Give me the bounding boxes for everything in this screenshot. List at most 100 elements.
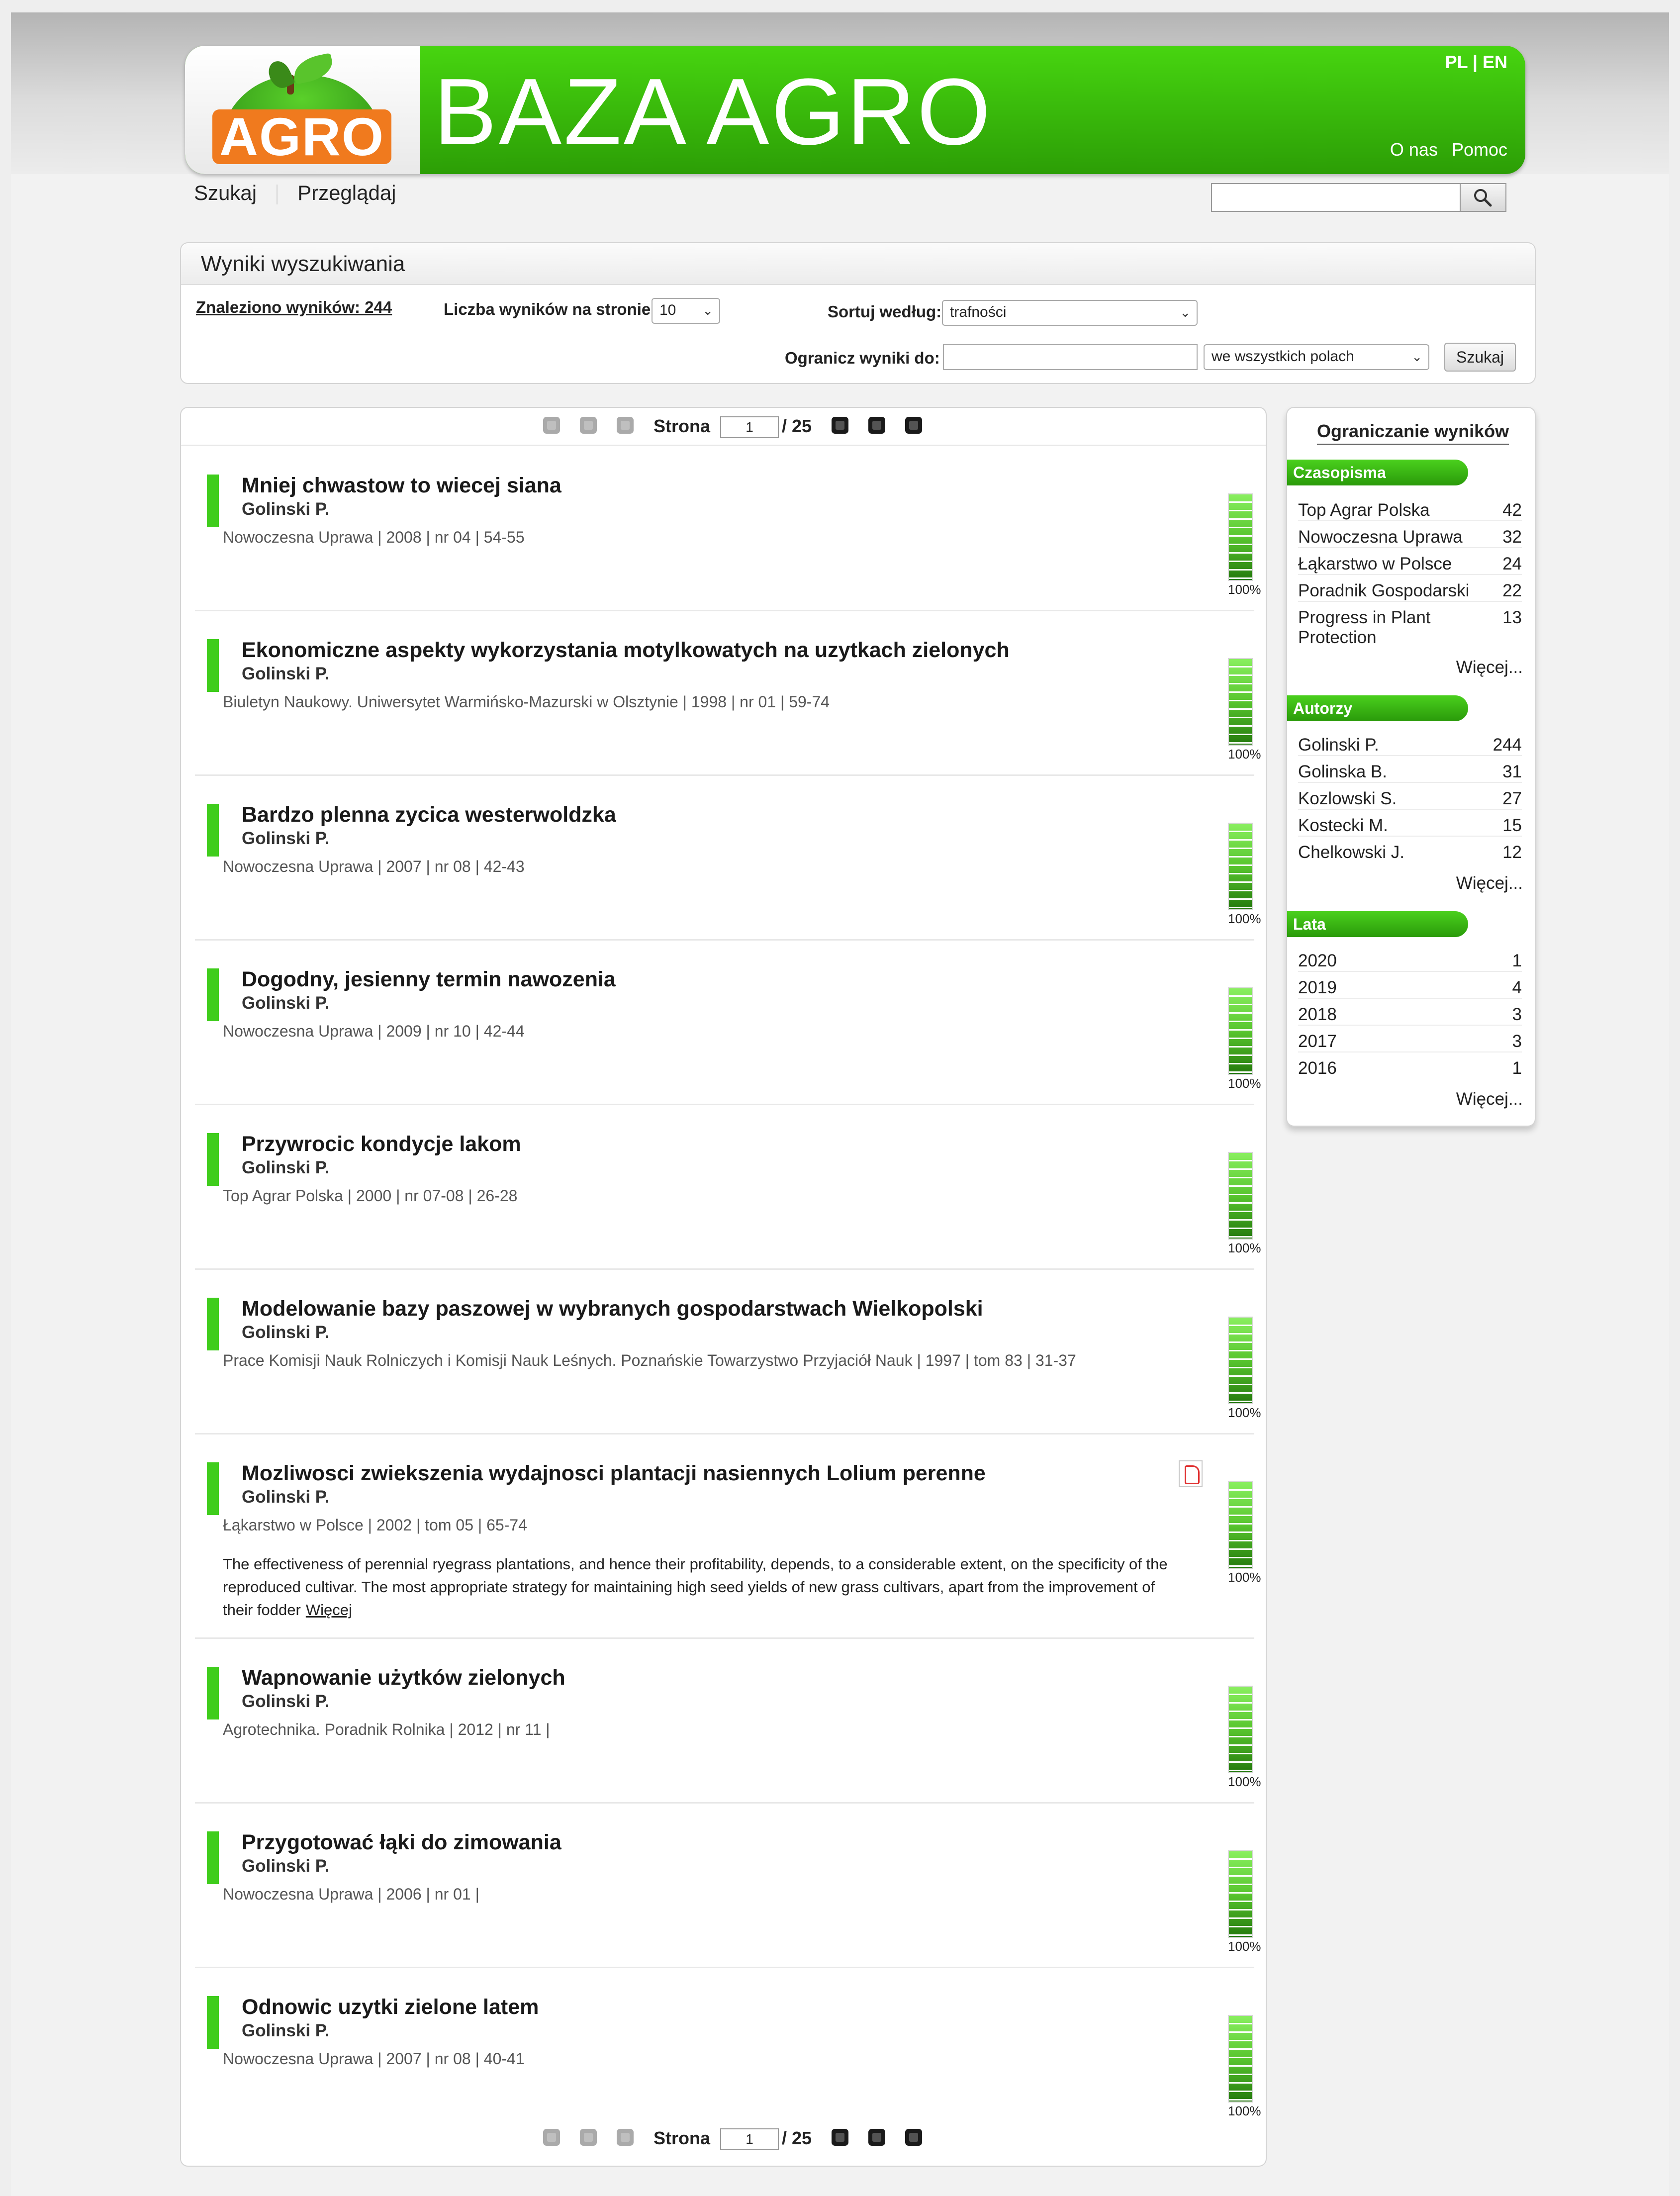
fast-back-icon[interactable] <box>580 417 597 434</box>
nav-browse[interactable]: Przeglądaj <box>297 181 396 205</box>
next-page-icon[interactable] <box>832 2129 849 2146</box>
result-meta: Nowoczesna Uprawa | 2008 | nr 04 | 54-55 <box>223 528 525 546</box>
result-abstract: The effectiveness of perennial ryegrass … <box>223 1553 1188 1622</box>
first-page-icon[interactable] <box>543 417 560 434</box>
result-marker <box>207 1298 219 1350</box>
relevance-meter: 100% <box>1228 658 1261 762</box>
limit-label: Ogranicz wyniki do: <box>785 349 940 367</box>
fast-forward-icon[interactable] <box>868 417 886 434</box>
result-meta: Nowoczesna Uprawa | 2006 | nr 01 | <box>223 1885 479 1903</box>
result-title[interactable]: Mniej chwastow to wiecej siana <box>242 474 561 498</box>
logo-text: AGRO <box>212 109 391 164</box>
per-page-select[interactable]: 10 ⌄ <box>652 298 720 324</box>
result-author[interactable]: Golinski P. <box>242 499 329 519</box>
field-select[interactable]: we wszystkich polach ⌄ <box>1204 344 1429 370</box>
logo[interactable]: AGRO <box>185 46 420 174</box>
search-button[interactable] <box>1460 184 1505 211</box>
facet-item[interactable]: Kostecki M. 15 <box>1298 816 1522 837</box>
result-divider <box>195 1967 1254 1968</box>
facet-more-link[interactable]: Więcej... <box>1456 873 1523 893</box>
result-title[interactable]: Przywrocic kondycje lakom <box>242 1132 521 1156</box>
limit-search-button[interactable]: Szukaj <box>1444 343 1516 372</box>
read-more-link[interactable]: Więcej <box>306 1601 352 1619</box>
facet-more-link[interactable]: Więcej... <box>1456 658 1523 677</box>
relevance-percent: 100% <box>1228 911 1261 926</box>
result-title[interactable]: Bardzo plenna zycica westerwoldzka <box>242 803 616 827</box>
result-divider <box>195 939 1254 941</box>
pager-label: Strona <box>653 416 711 436</box>
help-link[interactable]: Pomoc <box>1452 139 1507 160</box>
magnifier-icon <box>1474 189 1492 207</box>
result-author[interactable]: Golinski P. <box>242 1856 329 1876</box>
result-marker <box>207 1462 219 1515</box>
relevance-percent: 100% <box>1228 747 1261 762</box>
fast-back-icon[interactable] <box>580 2129 597 2146</box>
facet-item[interactable]: Golinski P. 244 <box>1298 735 1522 756</box>
language-switch[interactable]: PL | EN <box>1445 52 1507 73</box>
results-panel: Wyniki wyszukiwania Znaleziono wyników: … <box>180 242 1536 384</box>
facet-item[interactable]: Nowoczesna Uprawa 32 <box>1298 527 1522 548</box>
result-title[interactable]: Modelowanie bazy paszowej w wybranych go… <box>242 1297 983 1321</box>
result-author[interactable]: Golinski P. <box>242 1692 329 1712</box>
facet-item[interactable]: Kozlowski S. 27 <box>1298 789 1522 810</box>
nav-search[interactable]: Szukaj <box>194 181 257 205</box>
results-count[interactable]: Znaleziono wyników: 244 <box>196 298 392 317</box>
facet-item[interactable]: 2016 1 <box>1298 1058 1522 1078</box>
result-divider <box>195 1268 1254 1270</box>
limit-input[interactable] <box>943 344 1198 370</box>
last-page-icon[interactable] <box>905 417 923 434</box>
pdf-icon[interactable] <box>1179 1460 1203 1487</box>
main-nav: Szukaj Przeglądaj <box>194 181 396 205</box>
result-title[interactable]: Mozliwosci zwiekszenia wydajnosci planta… <box>242 1461 986 1486</box>
prev-page-icon[interactable] <box>617 2129 634 2146</box>
result-divider <box>195 1637 1254 1639</box>
result-item: Przywrocic kondycje lakom Golinski P. To… <box>195 1106 1261 1270</box>
result-author[interactable]: Golinski P. <box>242 829 329 849</box>
about-link[interactable]: O nas <box>1390 139 1438 160</box>
facet-item[interactable]: Łąkarstwo w Polsce 24 <box>1298 554 1522 575</box>
result-item: Przygotować łąki do zimowania Golinski P… <box>195 1805 1261 1969</box>
brand-title: BAZA AGRO <box>434 59 993 165</box>
result-title[interactable]: Odnowic uzytki zielone latem <box>242 1995 539 2019</box>
relevance-percent: 100% <box>1228 1570 1261 1585</box>
prev-page-icon[interactable] <box>617 417 634 434</box>
chevron-down-icon: ⌄ <box>1411 349 1422 364</box>
facet-more-link[interactable]: Więcej... <box>1456 1089 1523 1109</box>
result-author[interactable]: Golinski P. <box>242 1487 329 1507</box>
facet-item[interactable]: Poradnik Gospodarski 22 <box>1298 581 1522 602</box>
fast-forward-icon[interactable] <box>868 2129 886 2146</box>
facet-item[interactable]: Progress in Plant Protection 13 <box>1298 608 1522 648</box>
result-title[interactable]: Dogodny, jesienny termin nawozenia <box>242 967 616 992</box>
first-page-icon[interactable] <box>543 2129 560 2146</box>
result-author[interactable]: Golinski P. <box>242 1158 329 1178</box>
result-divider <box>195 1104 1254 1105</box>
facet-item[interactable]: Chelkowski J. 12 <box>1298 843 1522 862</box>
relevance-gauge <box>1228 658 1253 746</box>
facet-item[interactable]: 2017 3 <box>1298 1032 1522 1052</box>
sort-select[interactable]: trafności ⌄ <box>942 300 1198 326</box>
result-author[interactable]: Golinski P. <box>242 2021 329 2041</box>
next-page-icon[interactable] <box>832 417 849 434</box>
facet-item[interactable]: 2020 1 <box>1298 951 1522 972</box>
relevance-meter: 100% <box>1228 1481 1261 1585</box>
last-page-icon[interactable] <box>905 2129 923 2146</box>
facet-item[interactable]: Golinska B. 31 <box>1298 762 1522 783</box>
result-title[interactable]: Wapnowanie użytków zielonych <box>242 1666 565 1690</box>
result-title[interactable]: Przygotować łąki do zimowania <box>242 1830 561 1855</box>
per-page-label: Liczba wyników na stronie <box>444 300 651 318</box>
per-page-value: 10 <box>659 302 676 318</box>
result-author[interactable]: Golinski P. <box>242 993 329 1013</box>
page-number-input[interactable]: 1 <box>720 416 779 439</box>
facet-item[interactable]: 2018 3 <box>1298 1005 1522 1026</box>
result-author[interactable]: Golinski P. <box>242 664 329 684</box>
pager-top: Strona 1/ 25 <box>181 413 1266 443</box>
facet-item[interactable]: Top Agrar Polska 42 <box>1298 500 1522 521</box>
pager-total: / 25 <box>782 2128 812 2148</box>
search-input[interactable] <box>1214 186 1455 210</box>
result-title[interactable]: Ekonomiczne aspekty wykorzystania motylk… <box>242 638 1010 663</box>
facet-item[interactable]: 2019 4 <box>1298 978 1522 999</box>
result-marker <box>207 475 219 527</box>
result-author[interactable]: Golinski P. <box>242 1323 329 1342</box>
page-number-input[interactable]: 1 <box>720 2128 779 2151</box>
result-divider <box>195 1802 1254 1804</box>
